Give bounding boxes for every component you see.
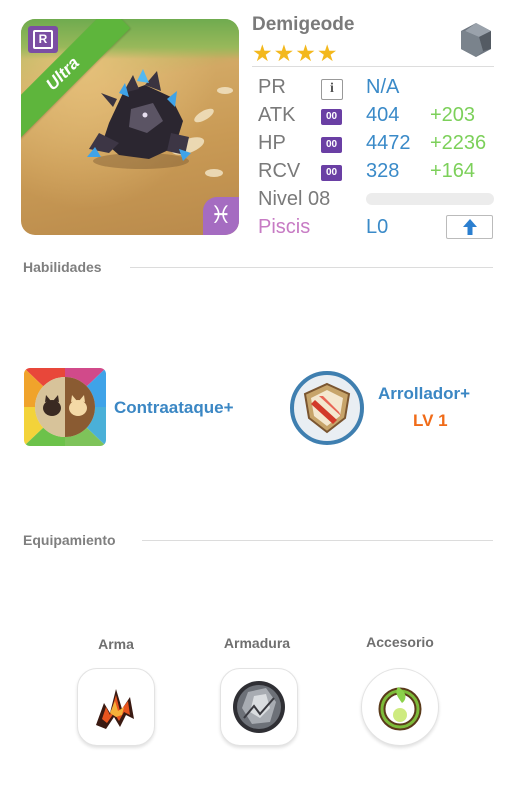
fire-claw-weapon-icon: [96, 689, 134, 729]
section-title-abilities: Habilidades: [23, 259, 102, 275]
stat-label-pr: PR: [258, 76, 286, 98]
sign-label: Piscis: [258, 216, 311, 238]
demigeode-monster-icon: [87, 69, 191, 169]
active-skill-name[interactable]: Contraataque+: [114, 398, 234, 418]
pisces-sign-icon: ♓: [203, 197, 239, 235]
stat-row-hp: HP 00 4472 +2236: [258, 132, 498, 158]
stat-row-atk: ATK 00 404 +203: [258, 104, 498, 130]
stat-value-hp: 4472: [366, 132, 411, 154]
stat-label-atk: ATK: [258, 104, 296, 126]
header-divider: [252, 66, 494, 67]
active-skill-icon[interactable]: [24, 368, 106, 446]
equip-label-accessory: Accesorio: [366, 634, 434, 650]
atk-plus-badge-icon: 00: [321, 109, 342, 125]
stat-value-atk: 404: [366, 104, 400, 126]
stat-label-rcv: RCV: [258, 160, 301, 182]
stat-value-rcv: 328: [366, 160, 400, 182]
accessory-slot[interactable]: [361, 668, 439, 746]
arrow-up-icon: [462, 219, 477, 235]
sand-rock: [205, 169, 223, 177]
equip-label-weapon: Arma: [98, 636, 134, 652]
rarity-badge: R: [28, 26, 58, 53]
monster-name: Demigeode: [252, 14, 355, 35]
leader-skill-level: LV 1: [413, 411, 448, 430]
stat-label-hp: HP: [258, 132, 286, 154]
monster-portrait[interactable]: Ultra R ♓: [21, 19, 239, 235]
equip-label-armor: Armadura: [223, 635, 291, 651]
sand-rock: [217, 87, 233, 94]
level-label: Nivel 08: [258, 188, 331, 210]
stat-row-rcv: RCV 00 328 +164: [258, 160, 498, 186]
section-divider: [142, 540, 493, 541]
hp-plus-badge-icon: 00: [321, 137, 342, 153]
level-progress-bar: [366, 193, 494, 205]
stat-bonus-hp: +2236: [430, 132, 487, 154]
stat-bonus-rcv: +164: [430, 160, 476, 182]
stat-value-pr: N/A: [366, 76, 400, 98]
star-rating: ★★★★: [252, 40, 339, 66]
leader-skill-name[interactable]: Arrollador+: [378, 384, 470, 404]
upgrade-button[interactable]: [446, 215, 493, 239]
green-ring-accessory-icon: [378, 687, 422, 731]
stat-bonus-atk: +203: [430, 104, 476, 126]
stone-armor-icon: [233, 681, 285, 733]
rcv-plus-badge-icon: 00: [321, 165, 342, 181]
sign-level-value: L0: [366, 216, 389, 238]
rock-element-icon: [461, 23, 491, 57]
rarity-badge-letter: R: [33, 30, 53, 49]
info-icon[interactable]: i: [321, 79, 343, 100]
stat-row-pr: PR i N/A: [258, 76, 498, 102]
armor-slot[interactable]: [220, 668, 298, 746]
leader-skill-icon[interactable]: [289, 370, 365, 446]
weapon-slot[interactable]: [77, 668, 155, 746]
section-divider: [130, 267, 493, 268]
section-title-equipment: Equipamiento: [23, 532, 116, 548]
